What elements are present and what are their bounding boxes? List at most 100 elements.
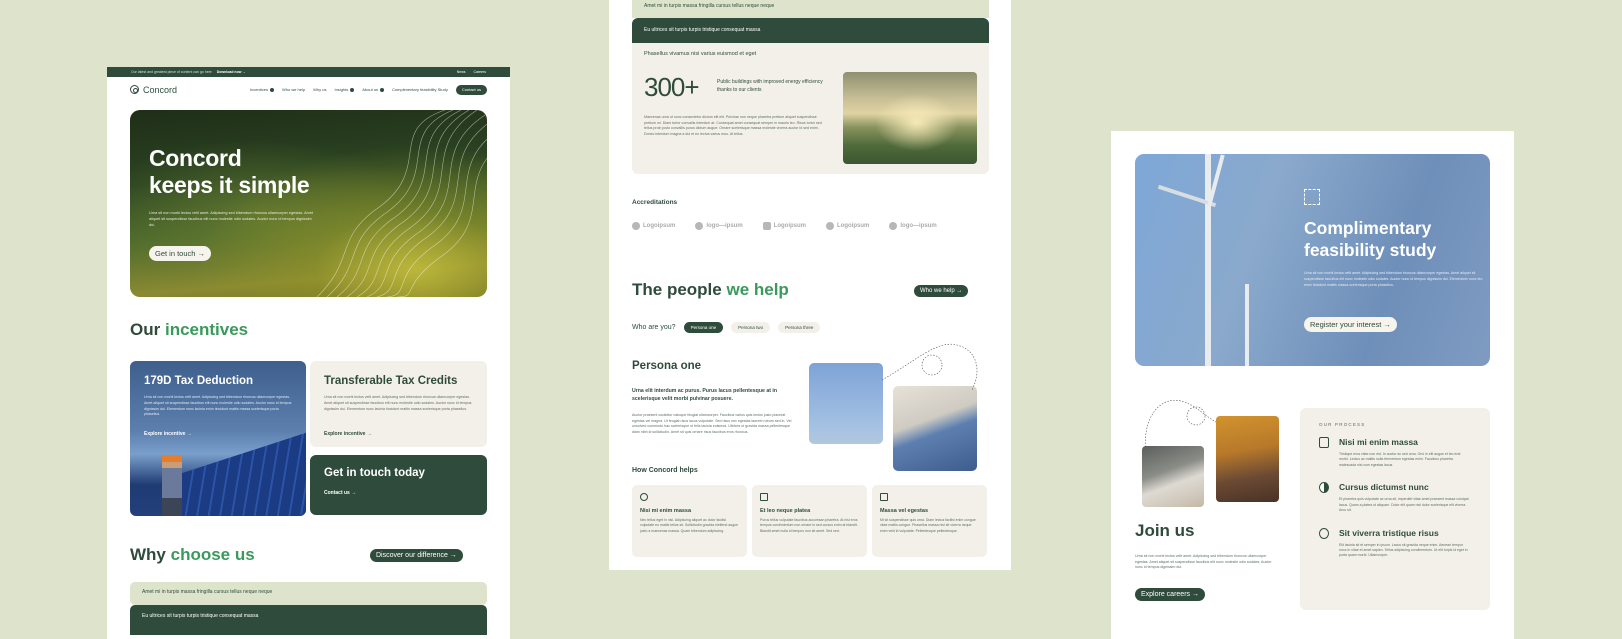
- nav-item-why-us[interactable]: Why us: [313, 87, 326, 92]
- accordion-question[interactable]: Phasellus vivamus nisi varius euismod et…: [644, 51, 756, 57]
- wind-turbine-image: [809, 363, 883, 444]
- hero-title: Concord keeps it simple: [149, 145, 310, 198]
- nav-label: About us: [362, 87, 379, 92]
- homepage-panel: Our latest and greatest piece of content…: [107, 67, 510, 639]
- chevron-down-icon: [350, 87, 355, 92]
- pie-chart-icon: [1319, 482, 1329, 494]
- help-card: Nisi mi enim massa Nec tellus eget in ni…: [632, 485, 747, 557]
- why-heading: Why choose us: [130, 545, 255, 564]
- explore-incentive-link[interactable]: Explore incentive →: [324, 431, 372, 437]
- persona-title: Persona one: [632, 360, 702, 372]
- process-step: Sit viverra tristique risus Elit lacinia…: [1319, 527, 1471, 559]
- help-card-body: Mi sit suspendisse quis urna. Diam lectu…: [880, 518, 976, 533]
- accreditation-logo: logo—ipsum: [695, 222, 743, 230]
- accreditation-logos: Logoipsum logo—ipsum Logoipsum Logoipsum…: [632, 222, 937, 230]
- step-title: Sit viverra tristique risus: [1339, 527, 1439, 538]
- register-interest-button[interactable]: Register your interest →: [1304, 317, 1397, 332]
- step-body: Elit lacinia sit et semper in ipsum. Lac…: [1339, 542, 1468, 558]
- accreditations-heading: Accreditations: [632, 199, 678, 206]
- logo-icon: [762, 222, 771, 230]
- join-us-body: Urna sit non morbi lectus velit amet. Ad…: [1135, 554, 1272, 570]
- who-we-help-button[interactable]: Who we help →: [914, 285, 969, 297]
- document-icon: [1319, 437, 1329, 448]
- card-title: 179D Tax Deduction: [144, 375, 254, 387]
- topbar-link-careers[interactable]: Careers: [474, 70, 486, 74]
- page-section-panel: Amet mi in turpis massa fringilla cursus…: [609, 0, 1011, 570]
- nav-item-insights[interactable]: Insights: [334, 87, 355, 92]
- discover-difference-button[interactable]: Discover our difference →: [370, 549, 463, 562]
- who-are-you-label: Who are you?: [632, 324, 676, 331]
- contact-button[interactable]: Contact us: [455, 84, 487, 95]
- accreditation-logo: Logoipsum: [632, 222, 675, 230]
- get-in-touch-button[interactable]: Get in touch →: [149, 246, 212, 261]
- feasibility-title: Complimentary feasibility study: [1304, 218, 1437, 260]
- help-card-title: Massa vel egestas: [880, 508, 929, 514]
- logo-icon: [632, 222, 640, 230]
- process-step: Cursus dictumst nunc Et pharetra quis vu…: [1319, 482, 1471, 513]
- logo-text: Concord: [143, 84, 178, 95]
- nav-item-incentives[interactable]: Incentives: [250, 87, 274, 92]
- explore-incentive-link[interactable]: Explore incentive →: [144, 431, 192, 437]
- accordion-item[interactable]: Eu ultrices sit turpis turpis tristique …: [130, 605, 487, 635]
- contact-us-link[interactable]: Contact us →: [324, 490, 356, 496]
- hero-banner: Concord keeps it simple Urna sit non morb…: [130, 110, 487, 297]
- help-card: Massa vel egestas Mi sit suspendisse qui…: [872, 485, 987, 557]
- people-heading: The people we help: [632, 280, 789, 299]
- turbine-tower: [1205, 154, 1211, 366]
- card-body: Urna sit non morbi lectus velit amet. Ad…: [144, 395, 292, 417]
- accordion-open-item: Phasellus vivamus nisi varius euismod et…: [632, 43, 989, 174]
- stat-description: Public buildings with improved energy ef…: [717, 79, 823, 93]
- process-card: OUR PROCESS Nisi mi enim massa Tristique…: [1300, 408, 1490, 610]
- persona-tab-two[interactable]: Persona two: [731, 322, 771, 333]
- help-card-title: Nisi mi enim massa: [640, 508, 692, 514]
- card-body: Urna sit non morbi lectus velit amet. Ad…: [324, 395, 472, 411]
- card-title: Transferable Tax Credits: [324, 375, 458, 387]
- help-card-title: Et leo neque platea: [760, 508, 811, 514]
- accreditation-logo: logo—ipsum: [889, 222, 937, 230]
- network-icon: [760, 493, 768, 501]
- explore-careers-button[interactable]: Explore careers →: [1135, 588, 1205, 601]
- accreditation-logo: Logoipsum: [762, 222, 806, 230]
- laptop-image: [1216, 416, 1279, 502]
- persona-tab-three[interactable]: Persona three: [778, 322, 821, 333]
- get-in-touch-card[interactable]: Get in touch today Contact us →: [310, 455, 487, 515]
- turbine-tower: [1245, 284, 1249, 366]
- contour-lines-decoration: [316, 110, 487, 297]
- logo[interactable]: Concord: [130, 85, 177, 95]
- feasibility-banner: Complimentary feasibility study Urna sit …: [1135, 154, 1490, 366]
- incentives-heading: Our incentives: [130, 320, 249, 339]
- logo-icon: [826, 222, 835, 230]
- incentive-card-tax-credits[interactable]: Transferable Tax Credits Urna sit non mo…: [310, 361, 487, 447]
- main-nav: Concord Incentives Who we help Why us In…: [107, 77, 510, 102]
- chat-icon: [880, 493, 888, 501]
- feasibility-body: Urna sit non morbi lectus velit amet. Ad…: [1304, 271, 1483, 287]
- logo-icon: [130, 85, 139, 94]
- nav-label: Incentives: [249, 87, 268, 92]
- search-scan-icon: [1304, 189, 1320, 205]
- announcement-link[interactable]: Download now →: [217, 70, 246, 74]
- solar-panels-image: [170, 425, 306, 516]
- chevron-down-icon: [270, 87, 274, 92]
- persona-subtitle: Urna elit interdum ac purus. Purus lacus…: [632, 388, 777, 402]
- persona-selector: Who are you? Persona one Persona two Per…: [632, 322, 821, 333]
- topbar-link-news[interactable]: News: [457, 70, 466, 74]
- announcement-text: Our latest and greatest piece of content…: [131, 70, 212, 74]
- stat-value: 300+: [644, 72, 700, 102]
- logo-icon: [695, 222, 704, 230]
- accordion-item[interactable]: Eu ultrices sit turpis turpis tristique …: [632, 18, 989, 44]
- nav-item-about-us[interactable]: About us: [362, 87, 385, 92]
- worker-image: [162, 456, 182, 516]
- feasibility-panel: Complimentary feasibility study Urna sit …: [1111, 131, 1514, 639]
- accordion-item[interactable]: Amet mi in turpis massa fringilla cursus…: [632, 0, 989, 18]
- accreditation-logo: Logoipsum: [826, 222, 869, 230]
- globe-icon: [640, 493, 648, 501]
- nav-item-feasibility[interactable]: Complimentary feasibility Study: [392, 87, 448, 92]
- nav-item-who-we-help[interactable]: Who we help: [282, 87, 305, 92]
- accordion-item[interactable]: Amet mi in turpis massa fringilla cursus…: [130, 582, 487, 605]
- join-us-heading: Join us: [1135, 521, 1195, 540]
- process-step: Nisi mi enim massa Tristique eros vitae …: [1319, 437, 1471, 468]
- persona-tab-one[interactable]: Persona one: [683, 322, 724, 333]
- dollar-icon: [1319, 527, 1329, 539]
- incentive-card-179d[interactable]: 179D Tax Deduction Urna sit non morbi le…: [130, 361, 306, 516]
- help-card-body: Nec tellus eget in nisl. Adipiscing aliq…: [640, 518, 739, 533]
